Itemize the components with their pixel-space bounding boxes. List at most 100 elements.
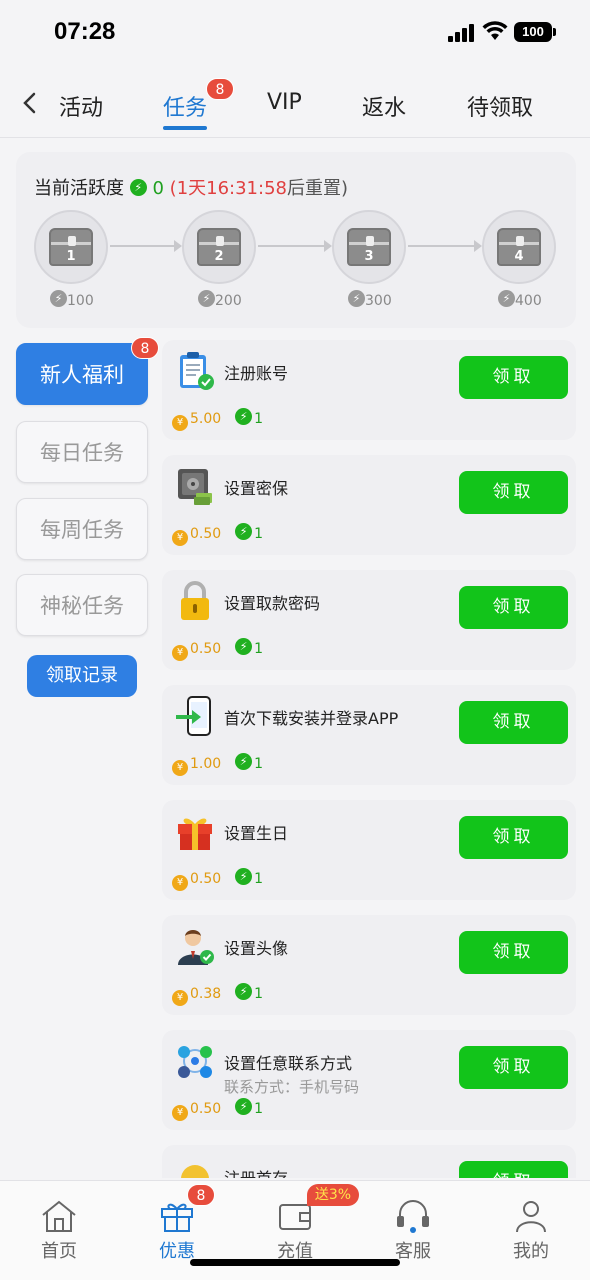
- signal-icon: [448, 24, 476, 42]
- side-item-mystery[interactable]: 神秘任务: [16, 574, 148, 636]
- bolt-icon: [50, 290, 67, 307]
- task-reward: ¥0.381: [172, 983, 263, 1006]
- coin-icon: [181, 1165, 209, 1178]
- task-list[interactable]: 注册账号 ¥5.001 领取 设置密保 ¥0.501 领取 设置取款密码 ¥0.…: [162, 340, 576, 1178]
- bolt-icon: [235, 523, 253, 540]
- task-title: 设置头像: [224, 939, 289, 958]
- battery-icon: 100: [514, 22, 556, 42]
- side-item-newbie[interactable]: 新人福利: [16, 343, 148, 405]
- promotions-badge: 8: [187, 1184, 215, 1206]
- chest-4[interactable]: 4: [482, 210, 556, 284]
- back-icon[interactable]: [16, 86, 46, 120]
- top-nav: 活动 任务 VIP 返水 待领取: [0, 70, 590, 138]
- task-item: 设置头像 ¥0.381 领取: [162, 915, 576, 1015]
- tasks-badge: 8: [206, 78, 234, 100]
- chest-1[interactable]: 1: [34, 210, 108, 284]
- tab-rebate[interactable]: 返水: [362, 90, 406, 130]
- task-item: 注册首存 领取: [162, 1145, 576, 1178]
- chest-points-1: 100: [50, 290, 94, 309]
- coin-icon: ¥: [172, 760, 188, 776]
- task-title: 设置取款密码: [224, 594, 321, 613]
- activity-label: 当前活跃度: [34, 178, 124, 199]
- task-reward: ¥1.001: [172, 753, 263, 776]
- claim-button[interactable]: 领取: [459, 586, 568, 629]
- chest-3[interactable]: 3: [332, 210, 406, 284]
- claim-button[interactable]: 领取: [459, 931, 568, 974]
- timer-open: (: [169, 178, 177, 199]
- task-item: 设置密保 ¥0.501 领取: [162, 455, 576, 555]
- chest-points-2: 200: [198, 290, 242, 309]
- user-icon: [516, 1201, 546, 1233]
- claim-records-button[interactable]: 领取记录: [27, 655, 137, 697]
- claim-button[interactable]: 领取: [459, 356, 568, 399]
- coin-icon: ¥: [172, 875, 188, 891]
- avatar-check-icon: [178, 930, 214, 965]
- bolt-icon: [235, 408, 253, 425]
- coin-icon: ¥: [172, 1105, 188, 1121]
- home-icon: [42, 1200, 76, 1232]
- headset-icon: [397, 1200, 429, 1233]
- chest-number: 4: [514, 249, 524, 264]
- bottom-tab-support[interactable]: 客服: [354, 1181, 472, 1271]
- task-item: 设置任意联系方式 联系方式：手机号码 ¥0.501 领取: [162, 1030, 576, 1130]
- claim-button[interactable]: 领取: [459, 1161, 568, 1178]
- task-item: 注册账号 ¥5.001 领取: [162, 340, 576, 440]
- bottom-tab-promotions[interactable]: 优惠: [118, 1181, 236, 1271]
- home-indicator: [190, 1259, 400, 1266]
- bottom-tab-home[interactable]: 首页: [0, 1181, 118, 1271]
- activity-value: 0: [152, 178, 164, 199]
- bottom-tab-label: 我的: [513, 1241, 549, 1262]
- tab-tasks[interactable]: 任务: [163, 90, 207, 130]
- task-reward: ¥0.501: [172, 638, 263, 661]
- activity-card: 当前活跃度 0 (1天16:31:58后重置) 1 2 3 4 100 200 …: [16, 152, 576, 328]
- bottom-tab-label: 首页: [41, 1241, 77, 1262]
- timer-suffix: 后重置): [286, 178, 349, 199]
- activity-bolt-icon: [129, 179, 147, 196]
- activity-title: 当前活跃度 0 (1天16:31:58后重置): [34, 174, 348, 200]
- active-tab-indicator: [163, 126, 207, 130]
- chest-number: 2: [214, 249, 224, 264]
- progress-arrow: [258, 240, 332, 252]
- task-title: 注册首存: [224, 1165, 288, 1178]
- task-reward: ¥0.501: [172, 523, 263, 546]
- task-title: 设置密保: [224, 479, 289, 498]
- chest-number: 3: [364, 249, 374, 264]
- contacts-icon: [178, 1046, 212, 1078]
- coin-icon: ¥: [172, 530, 188, 546]
- chest-number: 1: [66, 249, 76, 264]
- coin-icon: ¥: [172, 415, 188, 431]
- safe-icon: [178, 469, 212, 505]
- phone-download-icon: [176, 696, 211, 736]
- task-item: 设置生日 ¥0.501 领取: [162, 800, 576, 900]
- task-reward: ¥5.001: [172, 408, 263, 431]
- task-title: 设置任意联系方式: [224, 1054, 353, 1073]
- task-reward: ¥0.501: [172, 868, 263, 891]
- gift-icon: [178, 818, 212, 850]
- side-item-daily[interactable]: 每日任务: [16, 421, 148, 483]
- task-title: 注册账号: [224, 364, 289, 383]
- gift-icon: [161, 1203, 193, 1232]
- task-item: 设置取款密码 ¥0.501 领取: [162, 570, 576, 670]
- claim-button[interactable]: 领取: [459, 701, 568, 744]
- tab-pending[interactable]: 待领取: [467, 90, 533, 130]
- claim-button[interactable]: 领取: [459, 1046, 568, 1089]
- bolt-icon: [235, 1098, 253, 1115]
- coin-icon: ¥: [172, 990, 188, 1006]
- bolt-icon: [198, 290, 215, 307]
- tab-vip[interactable]: VIP: [267, 90, 302, 130]
- reset-timer: 1天16:31:58: [176, 178, 287, 199]
- chest-2[interactable]: 2: [182, 210, 256, 284]
- task-item: 首次下载安装并登录APP ¥1.001 领取: [162, 685, 576, 785]
- side-item-weekly[interactable]: 每周任务: [16, 498, 148, 560]
- claim-button[interactable]: 领取: [459, 471, 568, 514]
- task-title: 设置生日: [224, 824, 289, 843]
- claim-button[interactable]: 领取: [459, 816, 568, 859]
- bolt-icon: [235, 638, 253, 655]
- bottom-tab-profile[interactable]: 我的: [472, 1181, 590, 1271]
- bolt-icon: [235, 983, 253, 1000]
- bolt-icon: [348, 290, 365, 307]
- tab-activity[interactable]: 活动: [59, 90, 103, 130]
- bolt-icon: [498, 290, 515, 307]
- chest-points-3: 300: [348, 290, 392, 309]
- progress-arrow: [110, 240, 182, 252]
